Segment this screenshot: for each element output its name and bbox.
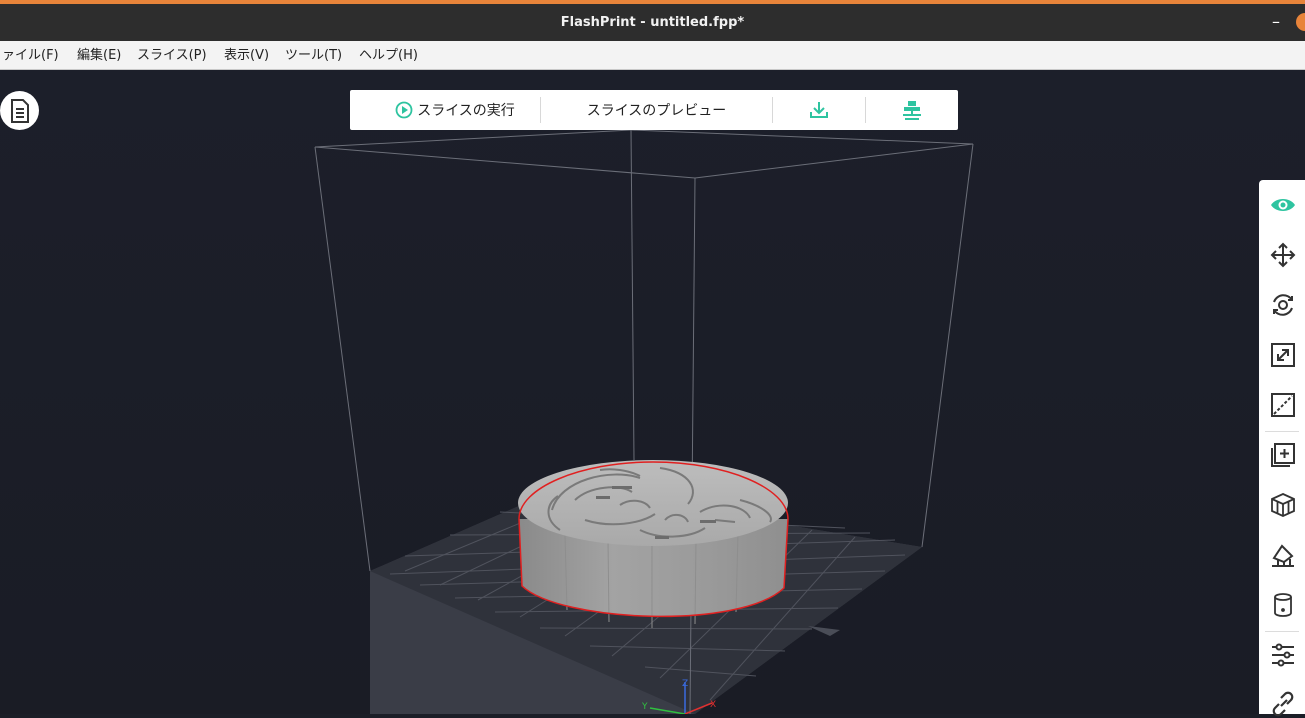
menu-tools[interactable]: ツール(T) [285,41,342,69]
menu-help[interactable]: ヘルプ(H) [359,41,418,69]
cut-icon [1271,393,1295,417]
document-button[interactable] [0,91,39,130]
download-icon [810,102,828,118]
rotate-icon [1273,294,1293,316]
3d-viewport[interactable]: Z X Y [0,70,1305,714]
rotate-tool-button[interactable] [1269,291,1297,319]
build-volume-scene: Z X Y [314,129,974,714]
axis-x-label: X [710,700,716,710]
document-icon [10,98,29,123]
title-bar: FlashPrint - untitled.fpp* – [0,4,1305,41]
cut-tool-button[interactable] [1269,391,1297,419]
play-icon [395,101,413,119]
panel-divider [1265,431,1299,432]
axis-y-label: Y [641,702,648,712]
slice-toolbar: スライスの実行 スライスのプレビュー [350,90,958,130]
preview-slice-button[interactable]: スライスのプレビュー [541,90,772,130]
view-tool-button[interactable] [1269,191,1297,219]
cubes-icon [1271,493,1295,517]
support-icon [1272,544,1294,567]
menu-bar: ァイル(F) 編集(E) スライス(P) 表示(V) ツール(T) ヘルプ(H) [0,41,1305,70]
settings-tool-button[interactable] [1269,641,1297,669]
print-send-icon [903,101,921,120]
cylinder-tool-button[interactable] [1269,591,1297,619]
menu-file[interactable]: ァイル(F) [2,41,59,69]
window-title: FlashPrint - untitled.fpp* [560,15,745,30]
scale-icon [1271,343,1295,367]
link-icon [1272,691,1294,717]
menu-edit[interactable]: 編集(E) [77,41,121,69]
add-box-icon [1271,443,1295,467]
eye-icon [1271,199,1295,211]
print-button[interactable] [866,90,958,130]
add-object-button[interactable] [1269,441,1297,469]
run-slice-label: スライスの実行 [417,103,515,119]
tool-panel [1259,180,1305,717]
axis-z-label: Z [682,679,688,689]
run-slice-button[interactable]: スライスの実行 [370,90,540,130]
move-tool-button[interactable] [1269,241,1297,269]
model-disc[interactable] [518,460,789,628]
panel-divider [1265,631,1299,632]
export-button[interactable] [773,90,865,130]
cylinder-icon [1274,593,1292,617]
scale-tool-button[interactable] [1269,341,1297,369]
split-tool-button[interactable] [1269,491,1297,519]
support-tool-button[interactable] [1269,541,1297,569]
menu-view[interactable]: 表示(V) [224,41,269,69]
sliders-icon [1272,643,1294,667]
menu-slice[interactable]: スライス(P) [137,41,207,69]
minimize-button[interactable]: – [1268,8,1284,36]
preview-slice-label: スライスのプレビュー [586,103,727,119]
move-arrows-icon [1270,242,1296,268]
